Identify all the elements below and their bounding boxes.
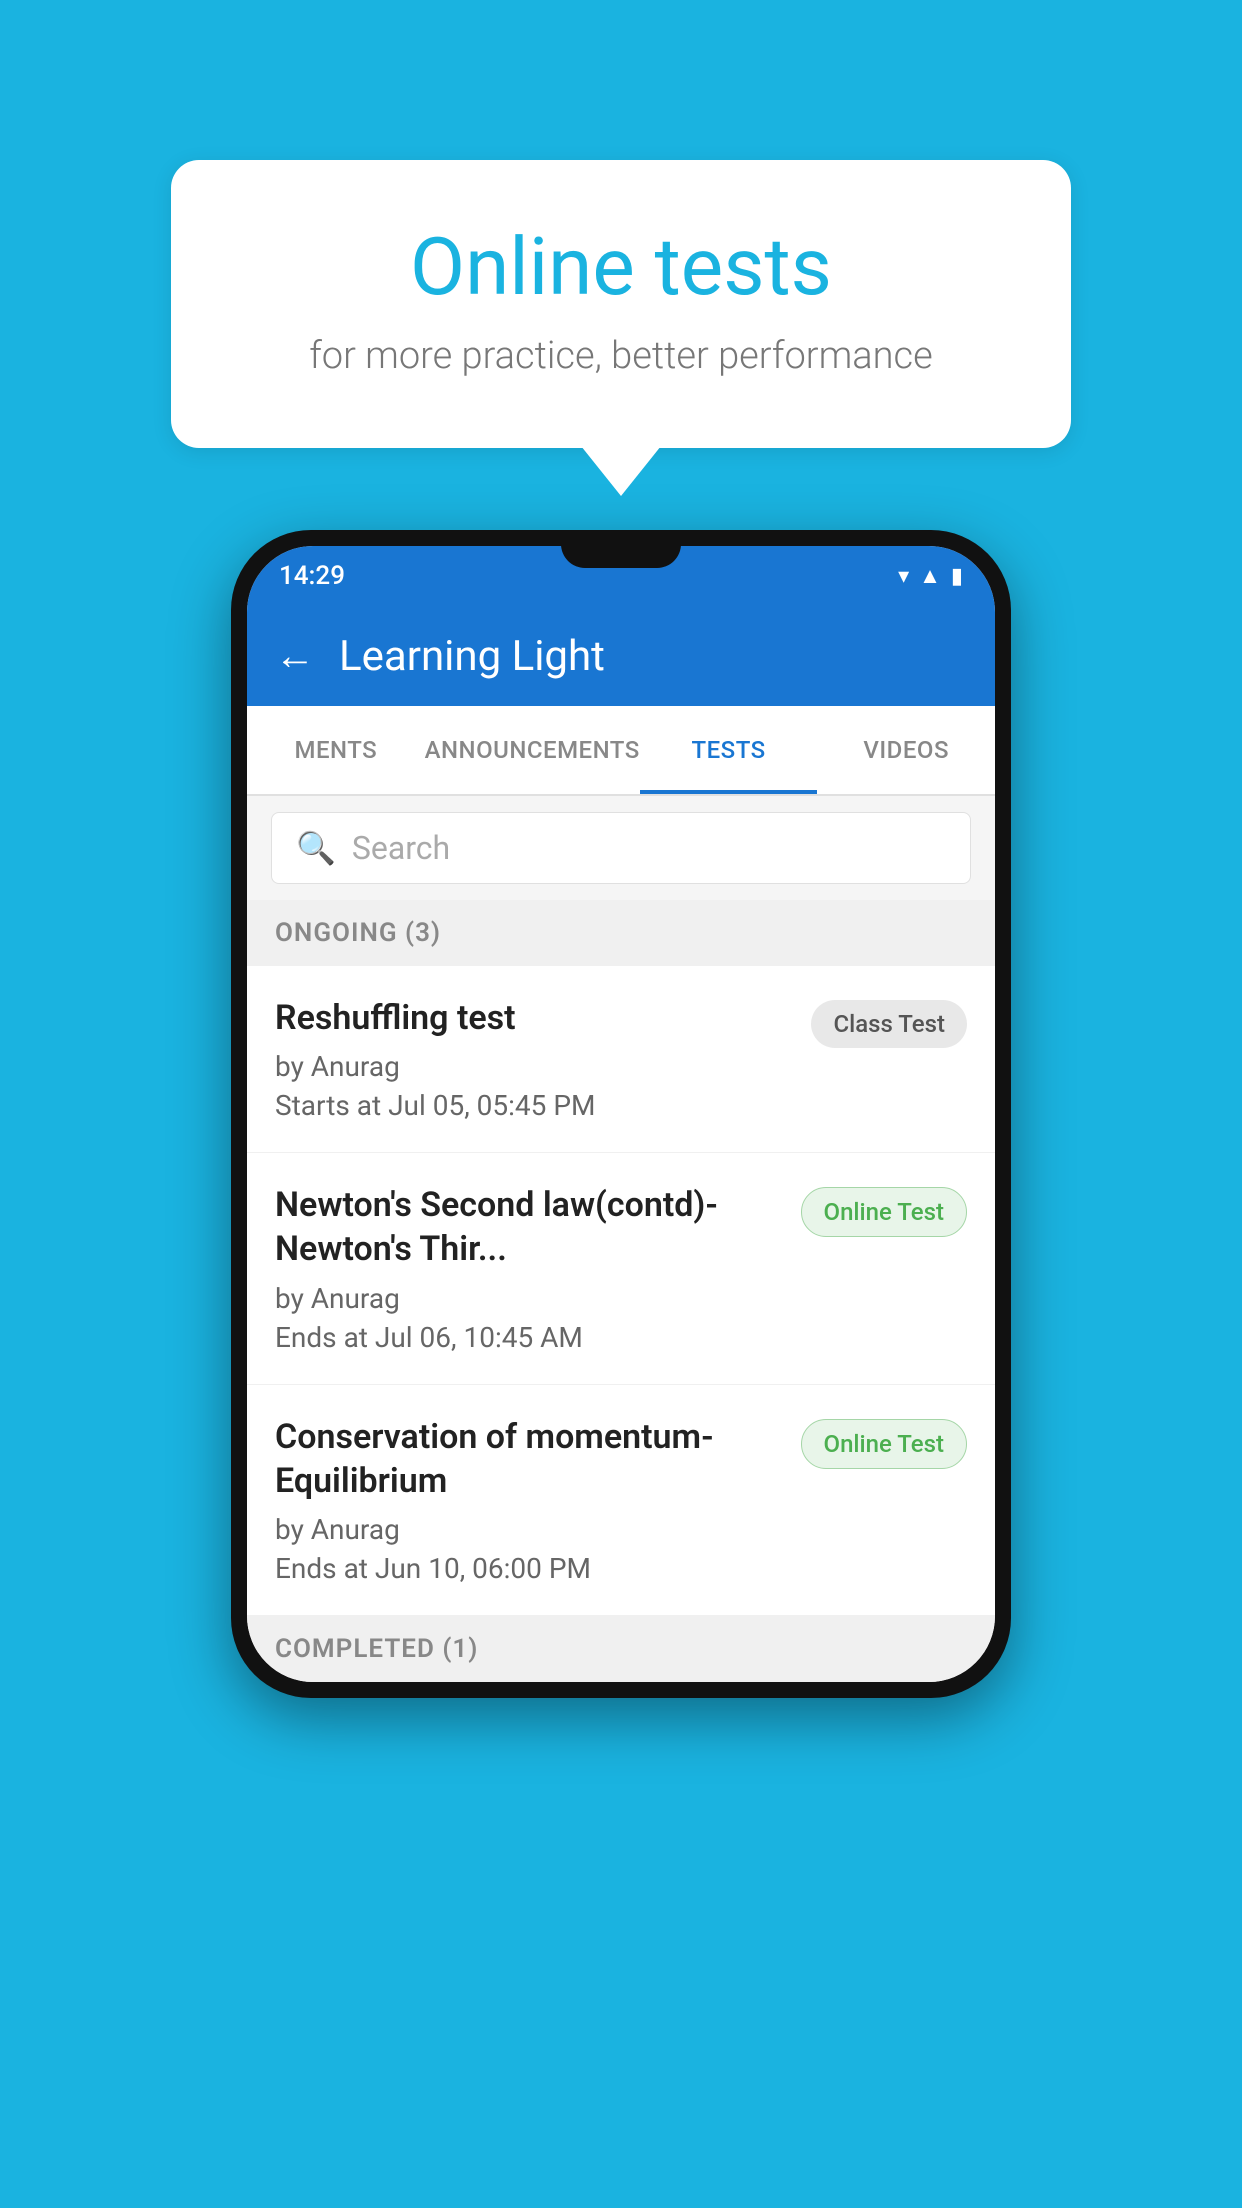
test-badge-online-test-2: Online Test (801, 1419, 967, 1469)
test-item[interactable]: Conservation of momentum-Equilibrium by … (247, 1385, 995, 1616)
tab-tests[interactable]: TESTS (640, 706, 818, 794)
test-item-content: Newton's Second law(contd)-Newton's Thir… (275, 1183, 801, 1353)
test-author: by Anurag (275, 1050, 791, 1083)
ongoing-section-header: ONGOING (3) (247, 900, 995, 966)
test-badge-class-test: Class Test (811, 1000, 967, 1048)
signal-icon: ▲ (919, 563, 941, 589)
search-icon: 🔍 (296, 829, 336, 867)
test-item-content: Reshuffling test by Anurag Starts at Jul… (275, 996, 811, 1122)
app-bar: ← Learning Light (247, 606, 995, 706)
test-name: Reshuffling test (275, 996, 791, 1040)
phone-screen: 14:29 ▾ ▲ ▮ ← Learning Light MENTS ANNOU… (247, 546, 995, 1682)
test-name: Newton's Second law(contd)-Newton's Thir… (275, 1183, 781, 1271)
battery-icon: ▮ (951, 564, 963, 589)
test-item[interactable]: Newton's Second law(contd)-Newton's Thir… (247, 1153, 995, 1384)
search-input[interactable]: Search (352, 829, 450, 867)
test-time: Starts at Jul 05, 05:45 PM (275, 1089, 791, 1122)
test-author: by Anurag (275, 1513, 781, 1546)
status-time: 14:29 (279, 561, 345, 591)
wifi-icon: ▾ (898, 564, 909, 589)
test-item-content: Conservation of momentum-Equilibrium by … (275, 1415, 801, 1585)
test-item[interactable]: Reshuffling test by Anurag Starts at Jul… (247, 966, 995, 1153)
tab-ments[interactable]: MENTS (247, 706, 425, 794)
app-bar-title: Learning Light (339, 632, 605, 681)
test-name: Conservation of momentum-Equilibrium (275, 1415, 781, 1503)
completed-section-header: COMPLETED (1) (247, 1616, 995, 1682)
test-time: Ends at Jun 10, 06:00 PM (275, 1552, 781, 1585)
search-container: 🔍 Search (247, 796, 995, 900)
test-author: by Anurag (275, 1282, 781, 1315)
tab-announcements[interactable]: ANNOUNCEMENTS (425, 706, 640, 794)
status-icons: ▾ ▲ ▮ (898, 563, 963, 589)
test-badge-online-test: Online Test (801, 1187, 967, 1237)
back-button[interactable]: ← (275, 636, 315, 676)
bubble-subtitle: for more practice, better performance (251, 334, 991, 378)
search-bar[interactable]: 🔍 Search (271, 812, 971, 884)
phone-container: 14:29 ▾ ▲ ▮ ← Learning Light MENTS ANNOU… (231, 530, 1011, 1698)
phone-frame: 14:29 ▾ ▲ ▮ ← Learning Light MENTS ANNOU… (231, 530, 1011, 1698)
test-time: Ends at Jul 06, 10:45 AM (275, 1321, 781, 1354)
tab-videos[interactable]: VIDEOS (817, 706, 995, 794)
speech-bubble: Online tests for more practice, better p… (171, 160, 1071, 448)
tabs-bar: MENTS ANNOUNCEMENTS TESTS VIDEOS (247, 706, 995, 796)
bubble-title: Online tests (251, 220, 991, 314)
speech-bubble-area: Online tests for more practice, better p… (171, 160, 1071, 448)
phone-notch (561, 530, 681, 568)
